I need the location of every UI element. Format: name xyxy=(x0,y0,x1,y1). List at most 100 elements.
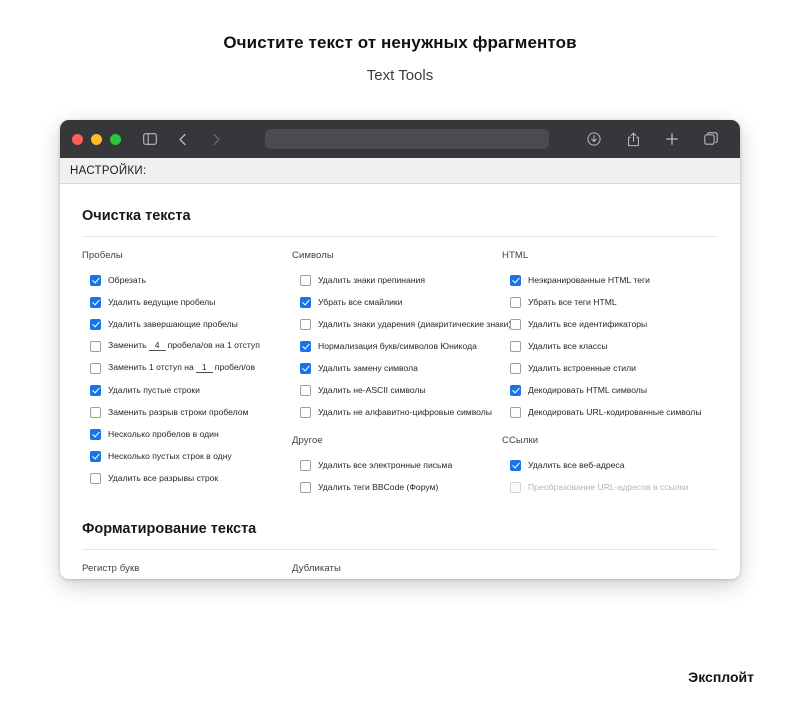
page-root: Очистите текст от ненужных фрагментов Te… xyxy=(0,0,800,709)
option-row[interactable]: Удалить ведущие пробелы xyxy=(82,292,292,312)
checkbox[interactable] xyxy=(510,318,521,330)
option-row[interactable]: Удалить все классы xyxy=(502,336,712,356)
checkbox[interactable] xyxy=(90,274,101,286)
minimize-window-button[interactable] xyxy=(91,133,102,145)
option-row[interactable]: Удалить теги BBCode (Форум) xyxy=(292,477,502,497)
checkbox[interactable] xyxy=(90,362,101,374)
group-label: Пробелы xyxy=(82,250,123,261)
group-label: Дубликаты xyxy=(292,563,341,574)
option-row[interactable]: Заменить 1 отступ на 1 пробел/ов xyxy=(82,358,292,378)
group-label: Символы xyxy=(292,250,334,261)
checkbox[interactable] xyxy=(90,340,101,352)
back-chevron-icon[interactable] xyxy=(171,128,193,150)
option-label: Убрать все теги HTML xyxy=(528,296,617,307)
checkbox[interactable] xyxy=(300,318,311,330)
option-label: Удалить знаки ударения (диакритические з… xyxy=(318,318,512,329)
option-label: Удалить не алфавитно-цифровые символы xyxy=(318,406,492,417)
checkbox[interactable] xyxy=(510,406,521,418)
option-label: Нормализация букв/символов Юникода xyxy=(318,340,477,351)
checkbox[interactable] xyxy=(300,274,311,286)
checkbox[interactable] xyxy=(300,481,311,493)
option-row[interactable]: Удалить пустые строки xyxy=(82,380,292,400)
checkbox[interactable] xyxy=(90,296,101,308)
footer-label: Эксплойт xyxy=(688,669,754,685)
option-row[interactable]: Заменить 4 пробела/ов на 1 отступ xyxy=(82,336,292,356)
option-row[interactable]: Неэкранированные HTML теги xyxy=(502,270,712,290)
section-columns-formatting: Регистр букв Верхний регистр Нижний реги… xyxy=(82,550,718,579)
checkbox[interactable] xyxy=(90,450,101,462)
option-label-part: Заменить xyxy=(108,340,147,351)
download-icon[interactable] xyxy=(583,128,605,150)
option-label: Преобразование URL-адресов в ссылки xyxy=(528,481,689,492)
option-row[interactable]: Удалить все разрывы строк xyxy=(82,468,292,488)
checkbox[interactable] xyxy=(90,318,101,330)
option-row[interactable]: Декодировать HTML символы xyxy=(502,380,712,400)
option-label: Удалить все веб-адреса xyxy=(528,459,625,470)
checkbox[interactable] xyxy=(90,406,101,418)
option-row[interactable]: Убрать все смайлики xyxy=(292,292,502,312)
option-row[interactable]: Обрезать xyxy=(82,270,292,290)
sidebar-icon[interactable] xyxy=(139,128,161,150)
checkbox[interactable] xyxy=(510,274,521,286)
option-row[interactable]: Удалить не-ASCII символы xyxy=(292,380,502,400)
column-symbols: Символы Удалить знаки препинания Убрать … xyxy=(292,250,511,499)
option-label-part: Заменить 1 отступ на xyxy=(108,362,194,373)
window-controls[interactable] xyxy=(72,133,121,145)
checkbox[interactable] xyxy=(510,340,521,352)
option-row[interactable]: Убрать все теги HTML xyxy=(502,292,712,312)
checkbox[interactable] xyxy=(510,296,521,308)
checkbox[interactable] xyxy=(510,459,521,471)
option-label: Декодировать URL-кодированные символы xyxy=(528,406,702,417)
option-label: Удалить теги BBCode (Форум) xyxy=(318,481,439,492)
option-row[interactable]: Несколько пустых строк в одну xyxy=(82,446,292,466)
checkbox[interactable] xyxy=(510,384,521,396)
plus-icon[interactable] xyxy=(661,128,683,150)
option-row[interactable]: Удалить знаки ударения (диакритические з… xyxy=(292,314,511,334)
column-html: HTML Неэкранированные HTML теги Убрать в… xyxy=(502,250,712,499)
option-row[interactable]: Нормализация букв/символов Юникода xyxy=(292,336,502,356)
address-bar[interactable] xyxy=(265,129,549,149)
section-title-cleanup: Очистка текста xyxy=(82,184,718,237)
option-row[interactable]: Удалить все электронные письма xyxy=(292,455,502,475)
indent-to-spaces-input[interactable]: 1 xyxy=(195,363,213,373)
tab-overview-icon[interactable] xyxy=(700,128,722,150)
option-row[interactable]: Удалить знаки препинания xyxy=(292,270,502,290)
spaces-per-indent-input[interactable]: 4 xyxy=(148,341,166,351)
forward-chevron-icon xyxy=(205,128,227,150)
option-label: Убрать все смайлики xyxy=(318,296,403,307)
option-label-part: пробела/ов на 1 отступ xyxy=(167,340,260,351)
checkbox[interactable] xyxy=(300,362,311,374)
checkbox[interactable] xyxy=(90,428,101,440)
navigation-buttons[interactable] xyxy=(171,128,231,150)
maximize-window-button[interactable] xyxy=(110,133,121,145)
checkbox[interactable] xyxy=(300,384,311,396)
checkbox[interactable] xyxy=(300,459,311,471)
option-label: Удалить встроенные стили xyxy=(528,362,636,373)
option-row[interactable]: Удалить не алфавитно-цифровые символы xyxy=(292,402,502,422)
option-row[interactable]: Декодировать URL-кодированные символы xyxy=(502,402,712,422)
option-label: Заменить 1 отступ на 1 пробел/ов xyxy=(108,363,255,373)
option-row[interactable]: Заменить разрыв строки пробелом xyxy=(82,402,292,422)
checkbox[interactable] xyxy=(300,296,311,308)
option-row[interactable]: Удалить все веб-адреса xyxy=(502,455,712,475)
option-row[interactable]: Удалить замену символа xyxy=(292,358,502,378)
checkbox[interactable] xyxy=(300,340,311,352)
option-row[interactable]: Удалить все идентификаторы xyxy=(502,314,712,334)
option-label: Удалить знаки препинания xyxy=(318,274,426,285)
checkbox[interactable] xyxy=(90,472,101,484)
checkbox[interactable] xyxy=(300,406,311,418)
checkbox[interactable] xyxy=(510,362,521,374)
group-label: Регистр букв xyxy=(82,563,140,574)
option-label: Заменить 4 пробела/ов на 1 отступ xyxy=(108,341,260,351)
option-row[interactable]: Удалить завершающие пробелы xyxy=(82,314,292,334)
option-row[interactable]: Несколько пробелов в один xyxy=(82,424,292,444)
toolbar-actions[interactable] xyxy=(583,128,726,150)
share-icon[interactable] xyxy=(622,128,644,150)
checkbox[interactable] xyxy=(90,384,101,396)
option-label: Удалить все идентификаторы xyxy=(528,318,648,329)
checkbox xyxy=(510,481,521,493)
option-row[interactable]: Удалить встроенные стили xyxy=(502,358,712,378)
option-label: Обрезать xyxy=(108,274,146,285)
close-window-button[interactable] xyxy=(72,133,83,145)
title-block: Очистите текст от ненужных фрагментов Te… xyxy=(0,0,800,84)
